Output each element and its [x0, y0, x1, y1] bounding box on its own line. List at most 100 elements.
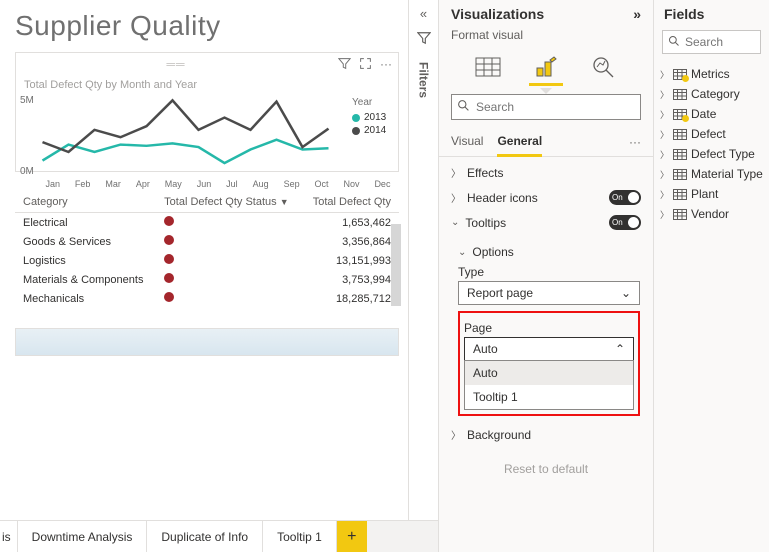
- table-row[interactable]: Materials & Components3,753,994: [15, 270, 399, 289]
- status-dot-icon: [164, 273, 174, 283]
- format-visual-icon[interactable]: [531, 54, 561, 80]
- status-dot-icon: [164, 216, 174, 226]
- field-table-item[interactable]: 〉Date: [654, 104, 769, 124]
- chevron-down-icon: ⌄: [451, 217, 459, 228]
- table-visual[interactable]: Category Total Defect Qty Status ▼ Total…: [15, 192, 399, 308]
- table-row[interactable]: Logistics13,151,993: [15, 251, 399, 270]
- field-table-item[interactable]: 〉Material Type: [654, 164, 769, 184]
- status-dot-icon: [164, 292, 174, 302]
- page-tab[interactable]: Duplicate of Info: [147, 521, 263, 552]
- add-page-button[interactable]: +: [337, 521, 367, 552]
- drag-handle-icon[interactable]: ══: [22, 57, 330, 73]
- dropdown-option-auto[interactable]: Auto: [465, 361, 633, 385]
- page-tab[interactable]: is: [0, 521, 18, 552]
- analytics-icon[interactable]: [589, 54, 619, 80]
- table-icon: [673, 129, 687, 140]
- field-table-item[interactable]: 〉 Defect Type: [654, 144, 769, 164]
- page-label: Page: [464, 321, 634, 335]
- filters-pane-collapsed[interactable]: « Filters: [408, 0, 438, 520]
- filter-icon[interactable]: [338, 57, 351, 73]
- col-header-category[interactable]: Category: [15, 192, 156, 213]
- panel-title: Fields: [664, 6, 704, 22]
- table-row[interactable]: Goods & Services3,356,864: [15, 232, 399, 251]
- table-row[interactable]: Mechanicals18,285,712: [15, 289, 399, 308]
- field-table-item[interactable]: 〉Defect: [654, 124, 769, 144]
- field-table-label: Defect Type: [691, 147, 755, 161]
- status-dot-icon: [164, 254, 174, 264]
- format-search-input[interactable]: [451, 94, 641, 120]
- chevron-right-icon: 〉: [660, 108, 669, 121]
- header-icons-card[interactable]: 〉 Header icons On: [451, 190, 641, 205]
- chart-legend: Year 2013 2014: [348, 93, 398, 179]
- funnel-icon: [417, 31, 431, 48]
- chevron-right-icon: 〉: [451, 190, 461, 205]
- field-table-label: Metrics: [691, 67, 730, 81]
- search-icon: [668, 35, 680, 50]
- table-icon: [673, 169, 687, 180]
- chevron-up-icon: ⌃: [615, 342, 625, 356]
- options-section[interactable]: ⌄ Options: [458, 245, 640, 259]
- chevron-down-icon: ⌄: [621, 286, 631, 300]
- page-dropdown[interactable]: Auto ⌃: [464, 337, 634, 361]
- table-icon: [673, 209, 687, 220]
- page-tab[interactable]: Tooltip 1: [263, 521, 337, 552]
- chevron-right-icon: 〉: [451, 427, 461, 442]
- more-options-icon[interactable]: ···: [380, 57, 392, 73]
- visualizations-panel: Visualizations » Format visual Visual Ge…: [438, 0, 654, 552]
- panel-title: Visualizations: [451, 6, 544, 22]
- reset-to-default-button[interactable]: Reset to default: [451, 462, 641, 476]
- table-icon: [673, 109, 687, 120]
- tooltips-toggle[interactable]: On: [609, 215, 641, 230]
- col-header-qty[interactable]: Total Defect Qty: [301, 192, 399, 213]
- scrollbar[interactable]: [391, 224, 401, 306]
- search-icon: [457, 99, 470, 115]
- expand-filters-icon[interactable]: «: [420, 6, 427, 21]
- chevron-right-icon: 〉: [660, 188, 669, 201]
- sort-desc-icon: ▼: [280, 197, 289, 207]
- field-table-item[interactable]: 〉 Vendor: [654, 204, 769, 224]
- focus-mode-icon[interactable]: [359, 57, 372, 73]
- tooltips-card[interactable]: ⌄ Tooltips On: [451, 215, 641, 230]
- background-card[interactable]: 〉 Background: [451, 427, 641, 442]
- tab-visual[interactable]: Visual: [451, 128, 483, 156]
- table-row[interactable]: Electrical1,653,462: [15, 213, 399, 233]
- header-icons-toggle[interactable]: On: [609, 190, 641, 205]
- page-dropdown-list: Auto Tooltip 1: [464, 360, 634, 410]
- tab-more-icon[interactable]: ···: [629, 129, 641, 155]
- chevron-right-icon: 〉: [660, 68, 669, 81]
- field-table-item[interactable]: 〉 Plant: [654, 184, 769, 204]
- field-table-label: Vendor: [691, 207, 729, 221]
- chevron-right-icon: 〉: [660, 128, 669, 141]
- chevron-right-icon: 〉: [660, 148, 669, 161]
- line-chart-visual[interactable]: ══ ··· Total Defect Qty by Month and Yea…: [15, 52, 399, 172]
- chart-y-axis: 5M 0M: [16, 93, 36, 179]
- page-dropdown-highlight: Page Auto ⌃ Auto Tooltip 1: [458, 311, 640, 416]
- fields-panel: Fields 〉Metrics〉Category〉Date〉Defect〉Def…: [654, 0, 769, 552]
- tab-general[interactable]: General: [497, 128, 542, 156]
- chart-x-axis: JanFebMarAprMayJunJulAugSepOctNovDec: [16, 179, 398, 189]
- chevron-down-icon: ⌄: [458, 247, 466, 258]
- report-title: Supplier Quality: [15, 10, 399, 42]
- effects-card[interactable]: 〉 Effects: [451, 165, 641, 180]
- col-header-status[interactable]: Total Defect Qty Status ▼: [156, 192, 301, 213]
- chevron-right-icon: 〉: [660, 168, 669, 181]
- field-table-item[interactable]: 〉 Metrics: [654, 64, 769, 84]
- dropdown-option-tooltip1[interactable]: Tooltip 1: [465, 385, 633, 409]
- field-table-item[interactable]: 〉Category: [654, 84, 769, 104]
- page-tab[interactable]: Downtime Analysis: [18, 521, 148, 552]
- table-icon: [673, 189, 687, 200]
- field-table-label: Plant: [691, 187, 718, 201]
- map-visual[interactable]: [15, 328, 399, 356]
- table-icon: [673, 69, 687, 80]
- chevron-right-icon: 〉: [660, 208, 669, 221]
- chart-plot-area: [36, 93, 348, 179]
- filters-label: Filters: [417, 62, 431, 98]
- type-dropdown[interactable]: Report page ⌄: [458, 281, 640, 305]
- chevron-right-icon: 〉: [660, 88, 669, 101]
- panel-subtitle: Format visual: [439, 28, 653, 48]
- build-visual-icon[interactable]: [473, 54, 503, 80]
- status-dot-icon: [164, 235, 174, 245]
- collapse-panel-icon[interactable]: »: [633, 6, 641, 22]
- table-icon: [673, 89, 687, 100]
- chart-title: Total Defect Qty by Month and Year: [16, 77, 398, 93]
